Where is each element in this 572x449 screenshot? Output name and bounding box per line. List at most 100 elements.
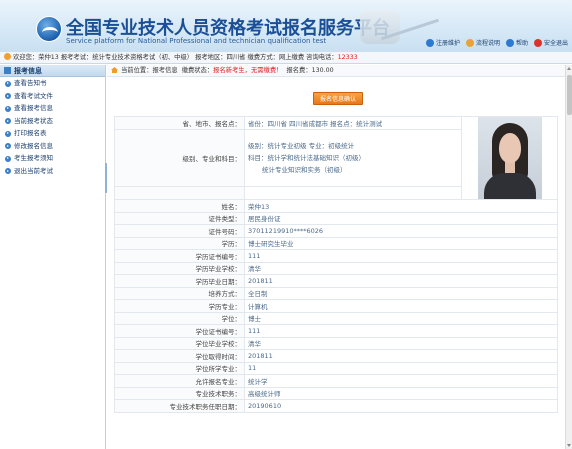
table-row: 学历毕业学校： 清华 [114, 261, 558, 275]
row-key: 证件号码： [114, 224, 245, 238]
sidebar-header-label: 报考信息 [14, 67, 42, 75]
main-content: 当前位置：报考信息 缴费状态：报名新考生，无需缴费！ 报名费：130.00 报名… [107, 65, 565, 449]
confirm-registration-button[interactable]: 报名信息确认 [313, 92, 363, 105]
help-link[interactable]: 帮助 [505, 38, 528, 47]
fee-value: 130.00 [311, 67, 334, 74]
photo-cell [461, 116, 558, 200]
row-value: 级别：统计专业初级 专业：初级统计 科目：统计学和统计法基础知识（初级） 统计专… [244, 129, 462, 187]
user-edit-icon [425, 38, 434, 47]
row-key: 学历： [114, 236, 245, 250]
arrow-bullet-icon [5, 118, 11, 124]
arrow-bullet-icon [5, 93, 11, 99]
table-row: 学历专业： 计算机 [114, 299, 558, 313]
row-key: 学位取得时间： [114, 349, 245, 363]
row-value: 居民身份证 [244, 211, 558, 225]
table-row: 学位毕业学校： 清华 [114, 336, 558, 350]
user-info-bar: 欢迎您：荣仲13 报考考试：统计专业技术资格考试（初、中级） 报考地区：四川省 … [0, 52, 572, 64]
crumb-path: 报考信息 [152, 67, 178, 74]
row-value: 201811 [244, 349, 558, 363]
logout-icon [533, 38, 542, 47]
row-key: 学位证书编号： [114, 324, 245, 338]
pay-label: 缴费方式： [247, 54, 279, 61]
table-row: 专业技术职务： 高级统计师 [114, 386, 558, 400]
scroll-down-icon[interactable] [567, 444, 571, 447]
user-icon [4, 53, 11, 60]
link-label: 流程说明 [475, 40, 500, 47]
vertical-scrollbar[interactable] [565, 65, 572, 449]
sidebar-item-notice[interactable]: 查看告知书 [0, 77, 105, 90]
table-row: 证件号码： 37011219910****6026 [114, 224, 558, 238]
arrow-bullet-icon [5, 80, 11, 87]
table-row: 证件类型： 居民身份证 [114, 211, 558, 225]
row-key: 学历专业： [114, 299, 245, 313]
arrow-bullet-icon [5, 143, 11, 149]
table-row: 学位所学专业： 11 [114, 361, 558, 375]
row-key: 学位所学专业： [114, 361, 245, 375]
row-value: 博士 [244, 311, 558, 325]
row-key: 学历毕业学校： [114, 261, 245, 275]
row-value [244, 185, 462, 200]
top-links: 注册维护 流程说明 帮助 安全退出 [425, 38, 568, 47]
subject-line: 科目：统计学和统计法基础知识（初级） [248, 153, 365, 162]
sidebar-item-label: 打印报名表 [14, 129, 47, 137]
breadcrumb: 当前位置：报考信息 缴费状态：报名新考生，无需缴费！ 报名费：130.00 [107, 65, 565, 77]
sidebar-item-exit-exam[interactable]: 退出当前考试 [0, 165, 105, 178]
sidebar-item-guide[interactable]: 考生报考须知 [0, 152, 105, 165]
registration-info-table: 省、地市、报名点： 省份：四川省 四川省成都市 报名点：统计测试 级别、专业和科… [114, 115, 558, 200]
sidebar-header[interactable]: 报考信息 [0, 65, 105, 77]
row-key: 学位毕业学校： [114, 336, 245, 350]
row-key: 专业技术职务任职日期： [114, 399, 245, 413]
scroll-up-icon[interactable] [567, 67, 571, 70]
personal-info-table: 姓名： 荣仲13 证件类型： 居民身份证 证件号码： 37011219910****602… [114, 199, 558, 413]
row-value: 博士研究生毕业 [244, 236, 558, 250]
logout-link[interactable]: 安全退出 [533, 38, 568, 47]
row-key: 学历证书编号： [114, 249, 245, 263]
row-value: 高级统计师 [244, 386, 558, 400]
sidebar-item-exam-files[interactable]: 查看考试文件 [0, 90, 105, 103]
region-value: 四川省 [226, 54, 246, 61]
fee-status-value: 报名新考生，无需缴费！ [213, 67, 283, 74]
arrow-bullet-icon [5, 105, 11, 112]
sidebar-item-label: 查看考试文件 [14, 91, 53, 100]
fee-status-label: 缴费状态： [181, 67, 214, 74]
row-key: 省、地市、报名点： [114, 115, 245, 131]
table-row: 允许报名专业： 统计学 [114, 374, 558, 388]
row-key: 培养方式： [114, 286, 245, 300]
process-info-link[interactable]: 流程说明 [465, 38, 500, 47]
level-line: 级别：统计专业初级 专业：初级统计 [248, 141, 355, 150]
sidebar-item-status[interactable]: 当前报考状态 [0, 115, 105, 128]
row-value: 荣仲13 [244, 199, 558, 213]
sidebar-item-label: 查看告知书 [14, 79, 47, 87]
row-key: 专业技术职务： [114, 386, 245, 400]
applicant-photo [477, 117, 542, 199]
arrow-bullet-icon [5, 130, 11, 137]
arrow-bullet-icon [5, 168, 11, 174]
row-key: 姓名： [114, 199, 245, 213]
sidebar-item-view-info[interactable]: 查看报考信息 [0, 102, 105, 115]
crumb-label: 当前位置： [121, 67, 153, 74]
scroll-thumb[interactable] [567, 75, 572, 115]
platform-logo-icon [36, 16, 62, 42]
sidebar-item-edit-info[interactable]: 修改报名信息 [0, 140, 105, 153]
help-icon [505, 38, 514, 47]
table-row: 学位证书编号： 111 [114, 324, 558, 338]
row-key [114, 185, 245, 200]
link-label: 安全退出 [543, 40, 568, 47]
register-maintain-link[interactable]: 注册维护 [425, 38, 460, 47]
phone-label: 咨询电话： [306, 54, 338, 61]
table-row: 姓名： 荣仲13 [114, 199, 558, 213]
row-value: 计算机 [244, 299, 558, 313]
platform-subtitle: Service platform for National Profession… [66, 37, 327, 45]
exam-label: 报考考试： [60, 54, 93, 61]
sidebar-item-label: 修改报名信息 [14, 141, 53, 150]
row-value: 37011219910****6026 [244, 224, 558, 238]
sidebar-item-label: 退出当前考试 [14, 166, 53, 175]
row-key: 学历毕业日期： [114, 274, 245, 288]
exam-name: 统计专业技术资格考试（初、中级） [92, 54, 194, 61]
table-row: 学位取得时间： 201811 [114, 349, 558, 363]
row-value: 统计学 [244, 374, 558, 388]
table-row: 学位： 博士 [114, 311, 558, 325]
arrow-bullet-icon [5, 155, 11, 162]
sidebar-item-print[interactable]: 打印报名表 [0, 127, 105, 140]
row-key: 允许报名专业： [114, 374, 245, 388]
